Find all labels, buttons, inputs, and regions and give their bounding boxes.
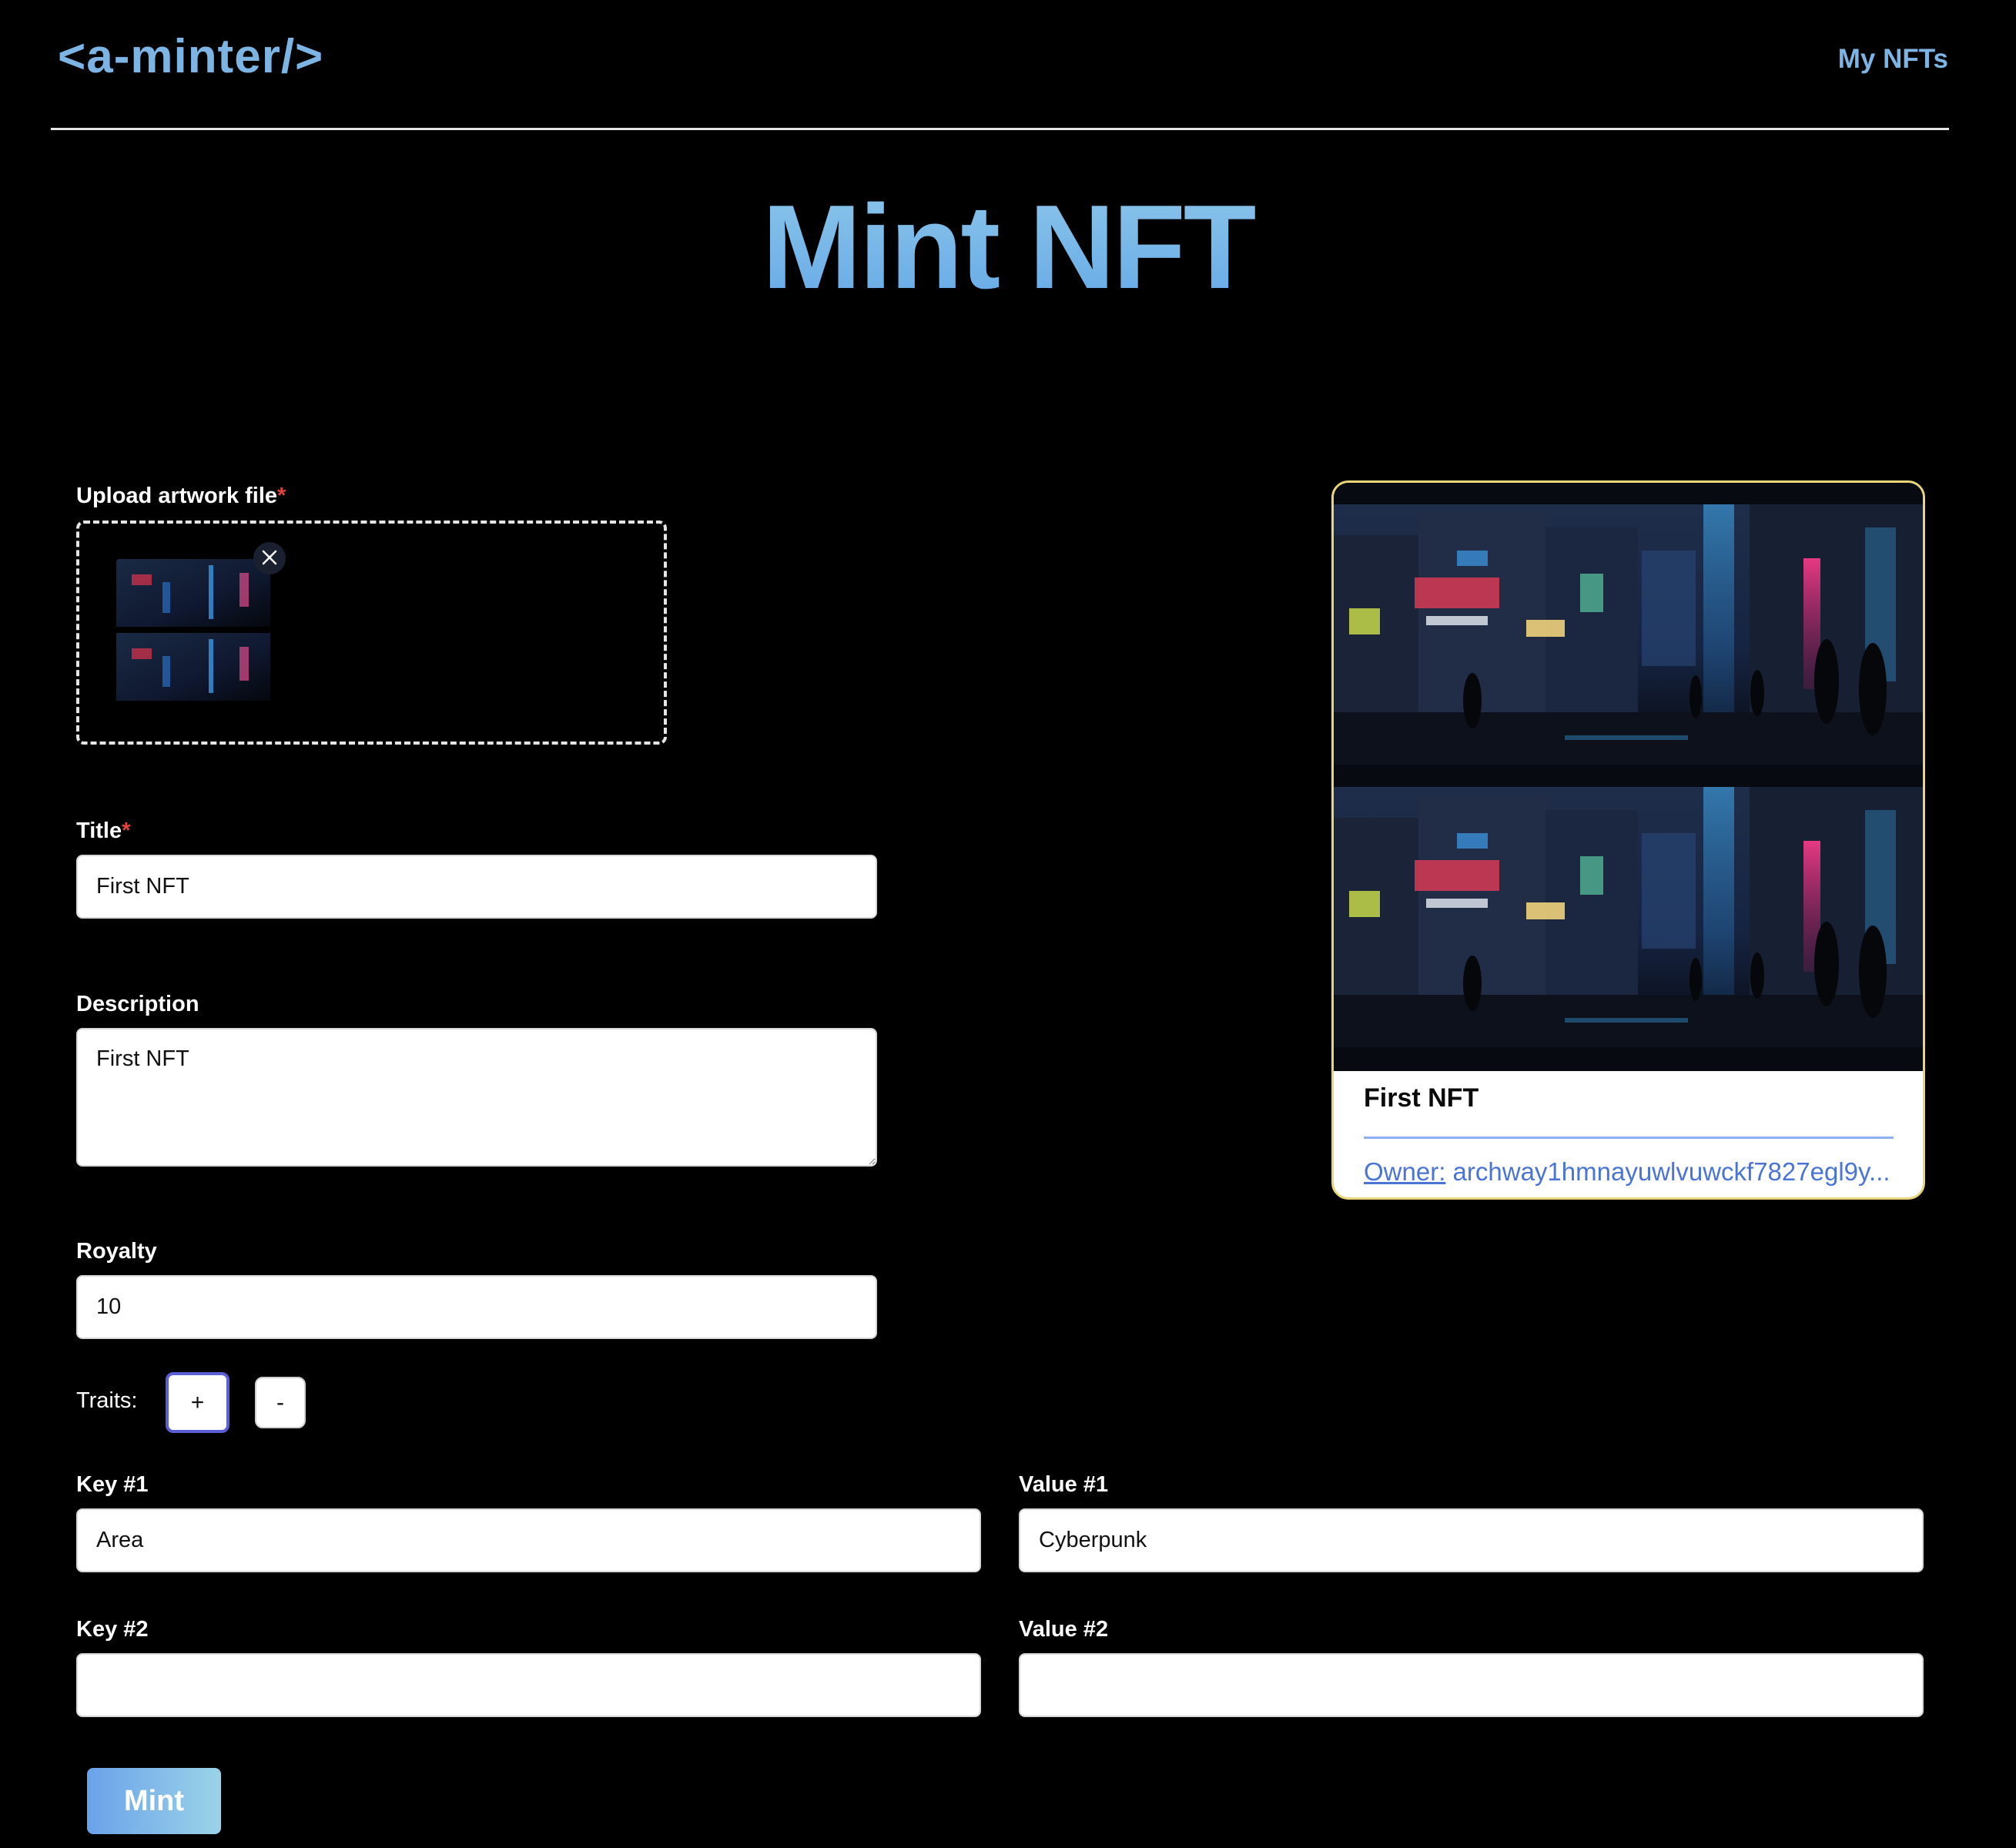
- nft-preview-image: [1334, 483, 1923, 1071]
- nft-preview-title: First NFT: [1364, 1083, 1479, 1113]
- nft-owner-line: Owner: archway1hmnayuwlvuwckf7827egl9y..…: [1364, 1157, 1903, 1187]
- artwork-dropzone[interactable]: [76, 521, 667, 745]
- add-trait-button[interactable]: +: [166, 1372, 229, 1433]
- trait-key-label: Key #2: [76, 1617, 149, 1642]
- trait-value-input[interactable]: [1019, 1653, 1924, 1717]
- artwork-thumbnail: [116, 559, 270, 704]
- header-divider: [51, 128, 1949, 130]
- description-textarea[interactable]: First NFT: [76, 1028, 877, 1167]
- upload-label: Upload artwork file*: [76, 484, 286, 508]
- remove-trait-button[interactable]: -: [255, 1377, 306, 1428]
- page-title: Mint NFT: [0, 179, 2016, 316]
- description-label: Description: [76, 992, 199, 1016]
- card-divider: [1364, 1137, 1894, 1139]
- owner-link[interactable]: Owner:: [1364, 1157, 1445, 1186]
- trait-value-label: Value #1: [1019, 1472, 1109, 1497]
- required-mark: *: [122, 819, 131, 843]
- title-label: Title*: [76, 819, 131, 843]
- trait-key-input[interactable]: [76, 1508, 981, 1572]
- traits-label: Traits:: [76, 1388, 138, 1413]
- close-icon: [261, 549, 278, 568]
- trait-key-label: Key #1: [76, 1472, 149, 1497]
- trait-value-label: Value #2: [1019, 1617, 1109, 1642]
- app-logo[interactable]: <a-minter/>: [58, 29, 323, 84]
- royalty-input[interactable]: [76, 1275, 877, 1339]
- owner-address: archway1hmnayuwlvuwckf7827egl9y...: [1452, 1157, 1890, 1186]
- trait-key-input[interactable]: [76, 1653, 981, 1717]
- nft-preview-card: First NFT Owner: archway1hmnayuwlvuwckf7…: [1331, 480, 1925, 1200]
- remove-artwork-button[interactable]: [253, 542, 286, 574]
- title-input[interactable]: [76, 855, 877, 919]
- required-mark: *: [277, 484, 286, 508]
- mint-button[interactable]: Mint: [87, 1768, 221, 1834]
- royalty-label: Royalty: [76, 1239, 157, 1264]
- trait-value-input[interactable]: [1019, 1508, 1924, 1572]
- nav-my-nfts-link[interactable]: My NFTs: [1838, 44, 1948, 75]
